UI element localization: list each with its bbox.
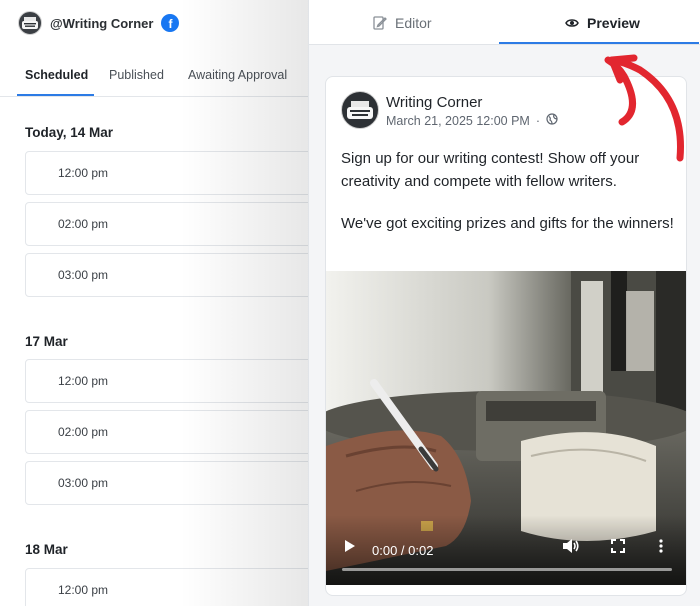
video-player[interactable]: 0:00 / 0:02 [326, 271, 686, 585]
time-slot-label: 12:00 pm [58, 166, 109, 180]
day-heading: 18 Mar [25, 542, 68, 557]
day-heading: Today, 14 Mar [25, 125, 114, 140]
status-tabs: Scheduled Published Awaiting Approval [0, 55, 310, 97]
active-tab-indicator [17, 94, 94, 96]
time-slot-label: 03:00 pm [58, 268, 109, 282]
typewriter-icon [341, 91, 379, 129]
post-timestamp: March 21, 2025 12:00 PM [386, 113, 530, 128]
post-preview-card: Writing Corner March 21, 2025 12:00 PM ·… [325, 76, 687, 596]
account-header: @Writing Corner f [18, 11, 180, 35]
post-body: Sign up for our writing contest! Show of… [341, 148, 676, 236]
time-slot[interactable]: 02:00 pm [25, 410, 310, 454]
time-slot-label: 02:00 pm [58, 425, 109, 439]
time-slot-label: 03:00 pm [58, 476, 109, 490]
time-slot[interactable]: 12:00 pm [25, 568, 310, 606]
tab-editor[interactable]: Editor [373, 0, 432, 45]
panel-tabs: Editor Preview [309, 0, 700, 45]
post-paragraph: Sign up for our writing contest! Show of… [341, 150, 640, 190]
video-time: 0:00 / 0:02 [372, 543, 434, 558]
time-slot-label: 02:00 pm [58, 217, 109, 231]
volume-icon[interactable] [562, 538, 580, 559]
page-name: Writing Corner [386, 94, 483, 111]
globe-icon [546, 113, 558, 128]
typewriter-icon [18, 11, 42, 35]
time-slot[interactable]: 02:00 pm [25, 202, 310, 246]
video-controls: 0:00 / 0:02 [326, 515, 686, 585]
video-progress-bar[interactable] [342, 568, 672, 571]
time-slot-label: 12:00 pm [58, 583, 109, 597]
time-slot[interactable]: 03:00 pm [25, 461, 310, 505]
tab-scheduled[interactable]: Scheduled [25, 68, 88, 82]
preview-panel: Editor Preview Writing Corner March 21, … [308, 0, 700, 606]
tab-published[interactable]: Published [109, 68, 164, 82]
fullscreen-icon[interactable] [611, 539, 625, 558]
tab-preview[interactable]: Preview [565, 0, 640, 45]
play-icon[interactable] [344, 539, 356, 558]
time-slot-label: 12:00 pm [58, 374, 109, 388]
time-slot[interactable]: 03:00 pm [25, 253, 310, 297]
tab-editor-label: Editor [395, 14, 432, 31]
day-heading: 17 Mar [25, 334, 68, 349]
time-slot[interactable]: 12:00 pm [25, 359, 310, 403]
post-paragraph: We've got exciting prizes and gifts for … [341, 215, 674, 232]
more-icon[interactable] [659, 539, 663, 558]
tab-preview-label: Preview [587, 14, 640, 31]
meta-separator: · [535, 113, 541, 128]
time-slot[interactable]: 12:00 pm [25, 151, 310, 195]
account-name: @Writing Corner [50, 15, 154, 31]
active-tab-indicator [499, 42, 699, 44]
scheduler-panel: @Writing Corner f Scheduled Published Aw… [0, 0, 310, 606]
post-meta: March 21, 2025 12:00 PM · [386, 113, 558, 128]
facebook-icon: f [161, 14, 180, 32]
eye-icon [565, 17, 579, 29]
edit-icon [373, 15, 387, 30]
tab-awaiting-approval[interactable]: Awaiting Approval [188, 68, 287, 82]
